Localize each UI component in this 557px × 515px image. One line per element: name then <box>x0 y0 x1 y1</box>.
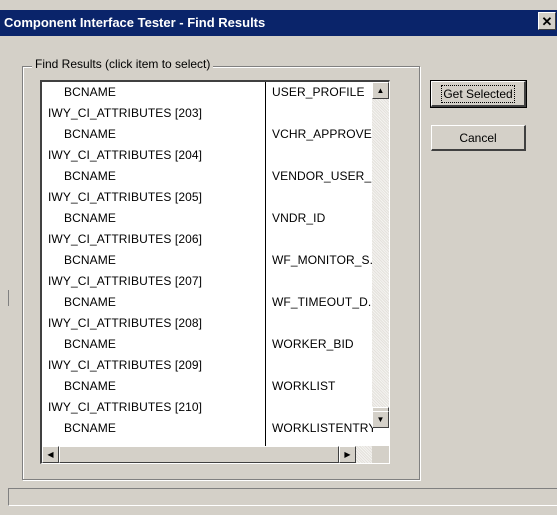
results-listbox[interactable]: BCNAME IWY_CI_ATTRIBUTES [203] BCNAME IW… <box>40 80 390 464</box>
list-item-value[interactable]: VCHR_APPROVE <box>272 125 372 143</box>
list-item-name[interactable]: IWY_CI_ATTRIBUTES [206] <box>48 230 202 248</box>
arrow-down-icon: ▼ <box>376 414 385 424</box>
list-item-name[interactable]: BCNAME <box>64 419 116 437</box>
list-item-value[interactable]: WORKLIST <box>272 377 335 395</box>
get-selected-label: Get Selected <box>441 84 515 103</box>
list-item-value[interactable]: WF_MONITOR_S. <box>272 251 373 269</box>
list-item-value[interactable]: VENDOR_USER_ <box>272 167 371 185</box>
vertical-scrollbar[interactable]: ▲ ▼ <box>372 82 389 428</box>
window-edge-mark <box>8 290 9 306</box>
list-item-value[interactable]: WORKLISTENTRY <box>272 419 374 437</box>
list-item-name[interactable]: BCNAME <box>64 209 116 227</box>
cancel-button[interactable]: Cancel <box>431 125 526 151</box>
list-item-name[interactable]: BCNAME <box>64 167 116 185</box>
scroll-up-button[interactable]: ▲ <box>372 82 389 99</box>
results-value-column: USER_PROFILE VCHR_APPROVE VENDOR_USER_ V… <box>266 82 374 447</box>
cancel-label: Cancel <box>459 130 497 145</box>
find-results-group-label: Find Results (click item to select) <box>32 57 214 71</box>
window-title: Component Interface Tester - Find Result… <box>4 15 266 30</box>
list-item-value[interactable]: WF_TIMEOUT_D. <box>272 293 371 311</box>
list-item-name[interactable]: IWY_CI_ATTRIBUTES [207] <box>48 272 202 290</box>
list-item-name[interactable]: BCNAME <box>64 83 116 101</box>
list-item-name[interactable]: IWY_CI_ATTRIBUTES [204] <box>48 146 202 164</box>
list-item-name[interactable]: IWY_CI_ATTRIBUTES [209] <box>48 356 202 374</box>
arrow-right-icon: ▶ <box>344 449 351 459</box>
list-item-name[interactable]: IWY_CI_ATTRIBUTES [205] <box>48 188 202 206</box>
list-item-name[interactable]: IWY_CI_ATTRIBUTES [208] <box>48 314 202 332</box>
get-selected-button[interactable]: Get Selected <box>430 80 527 108</box>
find-results-dialog: Component Interface Tester - Find Result… <box>0 0 557 515</box>
scroll-left-button[interactable]: ◀ <box>42 446 59 463</box>
title-bar[interactable]: Component Interface Tester - Find Result… <box>0 10 557 36</box>
results-name-column: BCNAME IWY_CI_ATTRIBUTES [203] BCNAME IW… <box>42 82 266 447</box>
list-item-value[interactable]: WORKER_BID <box>272 335 354 353</box>
list-item-name[interactable]: BCNAME <box>64 377 116 395</box>
arrow-left-icon: ◀ <box>47 449 54 459</box>
list-item-name[interactable]: BCNAME <box>64 293 116 311</box>
list-item-name[interactable]: IWY_CI_ATTRIBUTES [203] <box>48 104 202 122</box>
arrow-up-icon: ▲ <box>376 85 385 95</box>
list-item-name[interactable]: BCNAME <box>64 335 116 353</box>
scroll-down-button[interactable]: ▼ <box>372 411 389 428</box>
list-item-value[interactable]: VNDR_ID <box>272 209 325 227</box>
close-icon: ✕ <box>541 13 553 29</box>
scroll-right-button[interactable]: ▶ <box>339 446 356 463</box>
scrollbar-corner <box>372 446 389 463</box>
list-item-value[interactable]: USER_PROFILE <box>272 83 365 101</box>
status-bar <box>8 488 557 506</box>
list-item-name[interactable]: BCNAME <box>64 251 116 269</box>
list-item-name[interactable]: IWY_CI_ATTRIBUTES [210] <box>48 398 202 416</box>
list-item-name[interactable]: BCNAME <box>64 125 116 143</box>
close-button[interactable]: ✕ <box>538 12 556 30</box>
horizontal-scroll-thumb[interactable] <box>59 446 339 463</box>
horizontal-scrollbar[interactable]: ◀ ▶ <box>42 446 373 463</box>
